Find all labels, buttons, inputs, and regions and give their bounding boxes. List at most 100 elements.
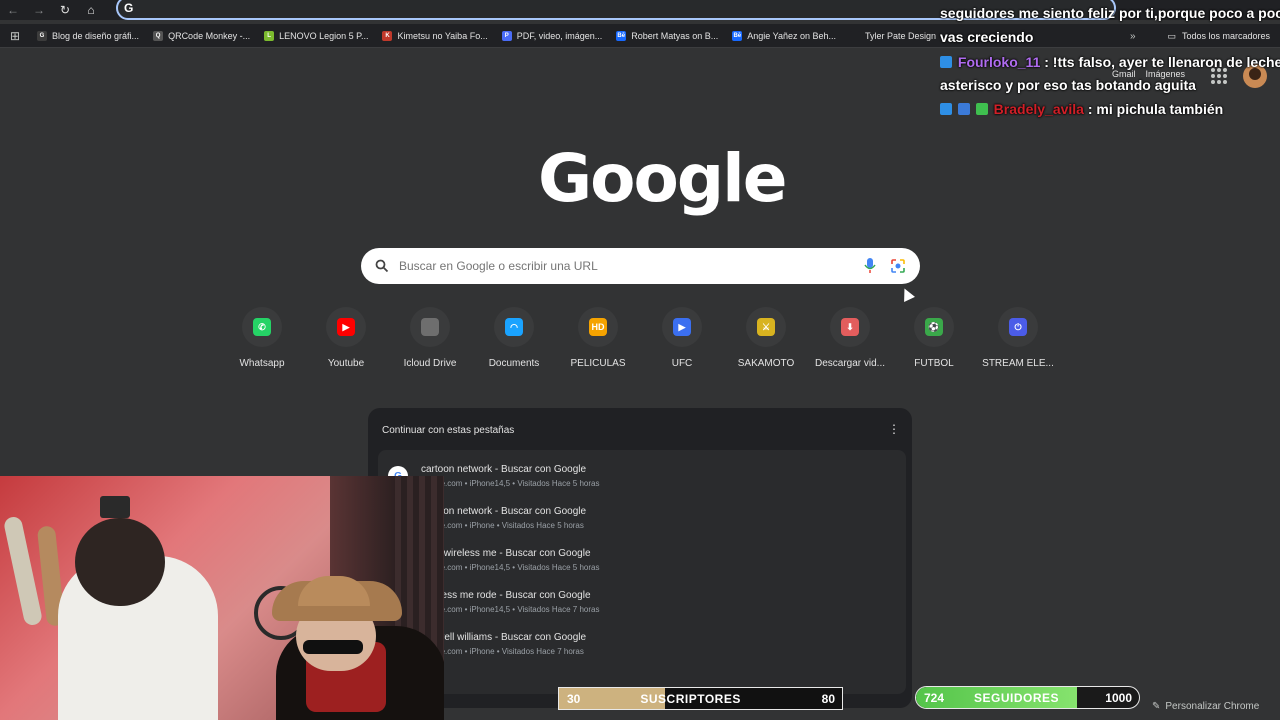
subscribers-goal-bar: 30 SUSCRIPTORES 80 [558,687,843,710]
shortcut-icon: ▶ [673,318,691,336]
tab-row[interactable]: Grode wireless me - Buscar con Googlegoo… [378,542,906,584]
chat-username: Bradely_avila [993,101,1084,117]
apps-grid-icon[interactable]: ⊞ [0,29,30,43]
shortcut-bubble: ◠ [494,307,534,347]
bookmark-item[interactable]: Bē Angie Yañez on Beh... [725,30,843,41]
chat-text: : !tts falso, ayer te llenaron de leche … [1044,54,1280,70]
shortcuts-grid: ✆ Whatsapp ▶ Youtube Icloud Drive ◠ Documents H… [220,307,1060,369]
chat-text: : mi pichula también [1087,101,1224,117]
bookmark-list: G Blog de diseño gráfi... Q QRCode Monkey -… [30,30,943,41]
google-favicon-icon: G [124,1,134,15]
bookmark-item[interactable]: P PDF, video, imágen... [495,30,610,41]
forward-icon[interactable]: → [26,1,52,19]
tab-meta: google.com • iPhone14,5 • Visitados Hace… [421,479,600,488]
bookmark-item[interactable]: Q QRCode Monkey -... [146,30,257,41]
bookmark-label: Robert Matyas on B... [631,30,719,41]
chat-message: seguidores me siento feliz por ti,porque… [940,5,1280,21]
bookmark-favicon-icon [850,30,861,41]
bookmark-favicon-icon: Q [153,30,164,41]
shortcut-icon: ▶ [337,318,355,336]
more-bookmarks-chevron-icon[interactable]: » [1130,24,1136,48]
shortcut-bubble: ⚔ [746,307,786,347]
subscribers-current: 30 [567,691,581,706]
bookmark-label: Blog de diseño gráfi... [52,30,140,41]
bookmarks-bar: ⊞ G Blog de diseño gráfi... Q QRCode Monkey… [0,24,1280,48]
shortcut-tile[interactable]: HD PELICULAS [556,307,640,369]
shortcut-tile[interactable]: Icloud Drive [388,307,472,369]
folder-icon: ▭ [1167,30,1176,41]
shortcut-icon: ◠ [505,318,523,336]
pencil-icon: ✎ [1152,701,1161,712]
shortcut-bubble: HD [578,307,618,347]
badge-icon [957,103,970,115]
shortcut-tile[interactable]: ▶ UFC [640,307,724,369]
bookmark-item[interactable]: K Kimetsu no Yaiba Fo... [375,30,494,41]
chat-username: Fourloko_11 [957,54,1041,70]
more-options-icon[interactable]: ⋮ [888,422,900,436]
followers-current: 724 [924,690,945,705]
shortcut-tile[interactable]: ⚔ SAKAMOTO [724,307,808,369]
shortcut-tile[interactable]: ⬇ Descargar vid... [808,307,892,369]
shortcut-tile[interactable]: ⏻ STREAM ELE... [976,307,1060,369]
tab-meta: google.com • iPhone • Visitados Hace 7 h… [421,647,584,656]
shortcut-icon: ✆ [253,318,271,336]
tab-title: wireless me rode - Buscar con Google [421,590,591,601]
badge-icon [975,103,988,115]
bookmark-favicon-icon: Bē [616,30,627,41]
bookmark-favicon-icon: Bē [732,30,743,41]
bookmark-favicon-icon: G [37,30,47,41]
tab-title: rode wireless me - Buscar con Google [421,548,591,559]
customize-chrome-button[interactable]: ✎ Personalizar Chrome [1152,701,1259,712]
shortcut-bubble: ⬇ [830,307,870,347]
tab-row[interactable]: Gcartoon network - Buscar con Googlegoog… [378,458,906,500]
tab-row[interactable]: Gwireless me rode - Buscar con Googlegoo… [378,584,906,626]
bookmark-label: Tyler Pate Design [865,30,937,41]
shortcut-label: SAKAMOTO [737,358,795,369]
search-box[interactable] [361,248,920,284]
tab-title: pharrell williams - Buscar con Google [421,632,587,643]
shortcut-label: Whatsapp [239,358,285,369]
subscribers-goal: 80 [821,691,835,706]
tab-row[interactable]: Gcartoon network - Buscar con Googlegoog… [378,500,906,542]
bookmark-favicon-icon: L [264,30,275,41]
shortcut-label: UFC [671,358,693,369]
tab-row[interactable]: Gpharrell williams - Buscar con Googlego… [378,626,906,668]
tab-title: cartoon network - Buscar con Google [421,464,587,475]
tab-meta: google.com • iPhone • Visitados Hace 5 h… [421,521,584,530]
mouse-cursor-icon [899,286,915,302]
shortcut-icon: ⚔ [757,318,775,336]
followers-goal: 1000 [1105,690,1132,705]
shortcut-bubble: ▶ [326,307,366,347]
reload-icon[interactable]: ↻ [52,1,78,19]
home-icon[interactable]: ⌂ [78,1,104,19]
shortcut-tile[interactable]: ▶ Youtube [304,307,388,369]
microphone-icon[interactable] [864,257,876,275]
shortcut-label: FUTBOL [914,358,954,369]
followers-label: SEGUIDORES [974,690,1060,705]
bookmark-item[interactable]: Tyler Pate Design [843,30,943,41]
continue-tabs-card: Continuar con estas pestañas ⋮ Gcartoon … [368,408,912,708]
badge-icon [940,56,952,68]
back-icon[interactable]: ← [0,1,26,19]
shortcut-label: PELICULAS [570,358,626,369]
shortcut-label: Youtube [327,358,365,369]
search-input[interactable] [399,256,839,276]
shortcut-label: Icloud Drive [403,358,457,369]
bookmark-item[interactable]: L LENOVO Legion 5 P... [257,30,375,41]
chat-message: asterisco y por eso tas botando aguita [940,77,1196,93]
tab-list: Gcartoon network - Buscar con Googlegoog… [378,450,906,694]
shortcut-tile[interactable]: ✆ Whatsapp [220,307,304,369]
all-bookmarks[interactable]: ▭ Todos los marcadores [1167,24,1270,48]
bookmark-favicon-icon: K [382,30,393,41]
shortcut-tile[interactable]: ⚽ FUTBOL [892,307,976,369]
bookmark-label: LENOVO Legion 5 P... [279,30,369,41]
all-bookmarks-label: Todos los marcadores [1181,31,1270,41]
bookmark-item[interactable]: G Blog de diseño gráfi... [30,30,146,41]
bookmark-favicon-icon: P [501,30,512,41]
shortcut-tile[interactable]: ◠ Documents [472,307,556,369]
chat-message: Fourloko_11 : !tts falso, ayer te llenar… [940,53,1280,71]
shortcut-bubble: ✆ [242,307,282,347]
tab-title: cartoon network - Buscar con Google [421,506,587,517]
google-lens-icon[interactable] [890,258,906,274]
bookmark-item[interactable]: Bē Robert Matyas on B... [609,30,725,41]
